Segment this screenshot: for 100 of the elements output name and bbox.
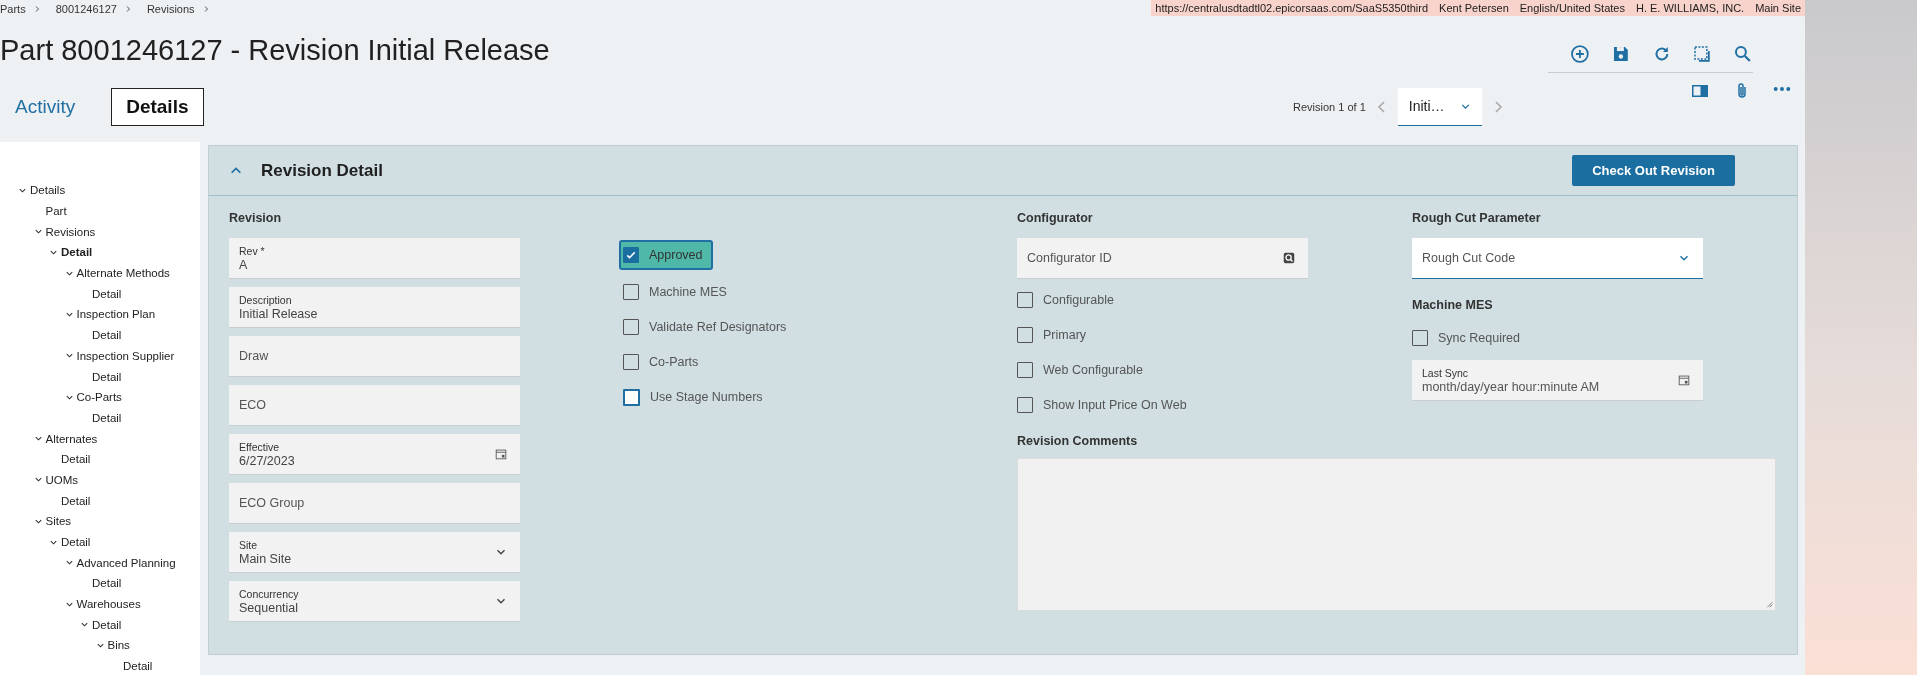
text-field[interactable]: Description Initial Release — [229, 287, 520, 327]
tree-item[interactable]: Revisions — [45, 225, 96, 238]
checkbox-row[interactable]: Configurable — [1013, 287, 1124, 313]
check-icon — [625, 249, 637, 261]
lookup-field[interactable]: Configurator ID — [1017, 238, 1308, 278]
checkbox[interactable] — [623, 388, 640, 406]
tree-item[interactable]: Detail — [61, 536, 91, 549]
tree-item[interactable]: Alternates — [45, 432, 98, 445]
field-placeholder: ECO Group — [239, 496, 305, 510]
field-label: Effective — [239, 440, 281, 453]
field-value: A — [239, 257, 249, 272]
tree-item[interactable]: Inspection Supplier — [76, 349, 175, 362]
tree-item[interactable]: Detail — [92, 577, 122, 590]
tree-item[interactable]: Detail — [92, 618, 122, 631]
record-dropdown[interactable]: Initi… — [1397, 88, 1482, 126]
tree-item[interactable]: Detail — [61, 494, 91, 507]
tree-item[interactable]: Detail — [61, 453, 91, 466]
checkbox-label: Approved — [649, 248, 703, 262]
tree-item[interactable]: Bins — [107, 639, 130, 652]
more-icon[interactable] — [1773, 86, 1791, 92]
checkbox-row[interactable]: Web Configurable — [1013, 357, 1153, 383]
field-value: 6/27/2023 — [239, 453, 295, 468]
field-placeholder: Configurator ID — [1027, 251, 1112, 265]
checkbox-row[interactable]: Sync Required — [1408, 325, 1530, 351]
add-icon[interactable] — [1570, 44, 1590, 64]
checkbox[interactable] — [1017, 327, 1033, 343]
tree-item[interactable]: Part — [45, 205, 67, 218]
checkbox[interactable] — [1017, 292, 1033, 308]
chevron-icon[interactable] — [33, 434, 43, 444]
tree-item[interactable]: Detail — [92, 287, 122, 300]
checkbox[interactable] — [1017, 397, 1033, 413]
checkbox[interactable] — [1412, 330, 1428, 346]
breadcrumb-link[interactable]: Revisions — [146, 2, 195, 15]
field-label: Site — [239, 538, 259, 551]
tree-item[interactable]: Detail — [92, 329, 122, 342]
dropdown-field[interactable]: Concurrency Sequential — [229, 581, 520, 621]
chevron-icon[interactable] — [33, 227, 43, 237]
tree-item[interactable]: Alternate Methods — [76, 267, 170, 280]
session-info: H. E. WILLIAMS, INC. — [1635, 2, 1745, 14]
breadcrumb-link[interactable]: 8001246127 — [55, 2, 117, 15]
checkbox[interactable] — [623, 319, 639, 335]
checkbox[interactable] — [623, 354, 639, 370]
resize-grip-icon[interactable] — [1765, 600, 1773, 608]
checkbox[interactable] — [623, 247, 639, 263]
checkbox-row[interactable]: Use Stage Numbers — [619, 384, 773, 410]
field-value: Main Site — [239, 551, 292, 566]
checkbox-row[interactable]: Machine MES — [619, 279, 737, 305]
checkbox-label: Use Stage Numbers — [650, 390, 763, 404]
tab[interactable]: Activity — [15, 90, 76, 124]
chevron-icon[interactable] — [64, 351, 74, 361]
tree-item[interactable]: Detail — [123, 660, 153, 673]
tab[interactable]: Details — [111, 88, 204, 126]
selection-icon[interactable] — [1692, 44, 1713, 64]
panel-title: Revision Detail — [261, 160, 384, 181]
tree-item[interactable]: Warehouses — [76, 598, 141, 611]
search-icon[interactable] — [1733, 44, 1753, 64]
search-icon — [1282, 251, 1296, 265]
checkbox-row[interactable]: Show Input Price On Web — [1013, 392, 1197, 418]
text-field[interactable]: ECO — [229, 385, 520, 425]
checkbox-label: Configurable — [1043, 293, 1114, 307]
tree-item[interactable]: Inspection Plan — [76, 308, 156, 321]
chevron-icon[interactable] — [64, 558, 74, 568]
tree-item[interactable]: Detail — [61, 246, 93, 259]
chevron-icon[interactable] — [80, 620, 89, 630]
tree-item[interactable]: Details — [30, 184, 66, 197]
field-label: Rev * — [239, 244, 265, 257]
tree-item[interactable]: Detail — [92, 370, 122, 383]
tree-item[interactable]: Sites — [45, 515, 72, 528]
dropdown-field[interactable]: Rough Cut Code — [1412, 238, 1703, 279]
checkbox-row[interactable]: Co-Parts — [619, 349, 709, 375]
calendar-icon — [1677, 373, 1691, 387]
text-field[interactable]: Rev * A — [229, 238, 520, 278]
check-out-revision-button[interactable]: Check Out Revision — [1572, 155, 1735, 186]
section-heading: Configurator — [1017, 211, 1094, 227]
field-value: Sequential — [239, 600, 299, 615]
page-title: Part 8001246127 - Revision Initial Release — [0, 33, 550, 68]
chevron-icon[interactable] — [33, 475, 43, 485]
field-label: Description — [239, 293, 293, 306]
tree-item[interactable]: UOMs — [45, 473, 79, 486]
tree-item[interactable]: Advanced Planning — [76, 556, 176, 569]
checkbox-label: Sync Required — [1438, 331, 1520, 345]
checkbox-row[interactable]: Primary — [1013, 322, 1097, 348]
tree-item[interactable]: Co-Parts — [76, 391, 122, 404]
session-info: Kent Petersen — [1439, 2, 1509, 14]
checkbox-label: Web Configurable — [1043, 363, 1143, 377]
text-field[interactable]: Draw — [229, 336, 520, 376]
checkbox-row[interactable]: Validate Ref Designators — [619, 314, 797, 340]
tree-item[interactable]: Detail — [92, 411, 122, 424]
date-field[interactable]: Effective 6/27/2023 — [229, 434, 520, 474]
breadcrumb-link[interactable]: Parts — [0, 2, 26, 15]
date-field[interactable]: Last Sync month/day/year hour:minute AM — [1412, 360, 1703, 400]
checkbox-row[interactable]: Approved — [619, 240, 713, 270]
dropdown-field[interactable]: Site Main Site — [229, 532, 520, 572]
checkbox[interactable] — [623, 284, 639, 300]
checkbox-label: Machine MES — [649, 285, 727, 299]
session-info: https://centralusdtadtl02.epicorsaas.com/SaaS5350third — [1155, 2, 1429, 14]
checkbox[interactable] — [1017, 362, 1033, 378]
checkbox-label: Show Input Price On Web — [1043, 398, 1187, 412]
text-field[interactable]: ECO Group — [229, 483, 520, 523]
field-value: Initial Release — [239, 306, 318, 321]
